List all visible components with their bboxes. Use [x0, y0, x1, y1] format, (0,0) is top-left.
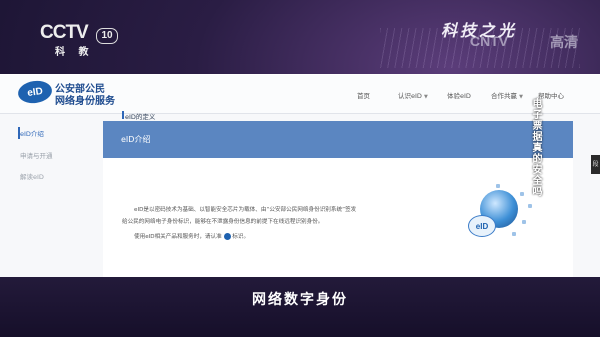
cntv-logo: CNTV: [470, 33, 509, 49]
sidebar-item-interpret[interactable]: 解读eID: [20, 171, 44, 181]
eid-badge-icon: eID: [468, 215, 496, 237]
channel-number: 10: [96, 28, 118, 44]
sidebar-item-eid-intro[interactable]: eID介绍: [20, 128, 44, 138]
eid-logo-icon[interactable]: eID: [16, 78, 54, 106]
eid-mark-icon: [223, 233, 231, 240]
subtitle: 网络数字身份: [252, 292, 348, 308]
paragraph-line: 给公民的网络电子身份标识，能够在不泄露身份信息的前提下在线远程识别身份。: [122, 219, 324, 225]
paragraph-line: eID是以密码技术为基础、以智能安全芯片为载体、由“公安部公民网络身份识别系统”…: [134, 207, 357, 213]
site-header: eID 公安部公民 网络身份服务 首页 认识eID ▼ 体验eID 合作共赢 ▼…: [0, 75, 600, 114]
section-banner: eID介绍: [103, 121, 573, 158]
sidebar-item-apply[interactable]: 申请与开通: [20, 150, 53, 160]
hd-label: 高清: [550, 35, 578, 51]
paragraph-line: 使用eID相关产品和服务时，请认准 标识。: [134, 233, 250, 240]
nav-know-eid[interactable]: 认识eID ▼: [398, 90, 428, 100]
vertical-caption: 电子票据真的安全吗: [530, 98, 541, 197]
nav-try-eid[interactable]: 体验eID: [447, 90, 471, 100]
nav-cooperation[interactable]: 合作共赢 ▼: [491, 90, 523, 100]
org-name-line2: 网络身份服务: [55, 96, 115, 107]
chevron-down-icon: ▼: [424, 94, 428, 100]
section-title: eID介绍: [121, 135, 151, 144]
nav-home[interactable]: 首页: [357, 90, 370, 100]
channel-logo: CCTV: [40, 22, 89, 43]
side-tab[interactable]: 段: [591, 155, 600, 174]
channel-name: 科 教: [55, 47, 94, 58]
website-page: eID 公安部公民 网络身份服务 首页 认识eID ▼ 体验eID 合作共赢 ▼…: [0, 74, 600, 278]
definition-title: eID的定义: [125, 113, 156, 121]
chevron-down-icon: ▼: [519, 94, 523, 100]
definition-marker: [122, 111, 124, 119]
sidebar: eID介绍 申请与开通 解读eID: [0, 113, 100, 278]
